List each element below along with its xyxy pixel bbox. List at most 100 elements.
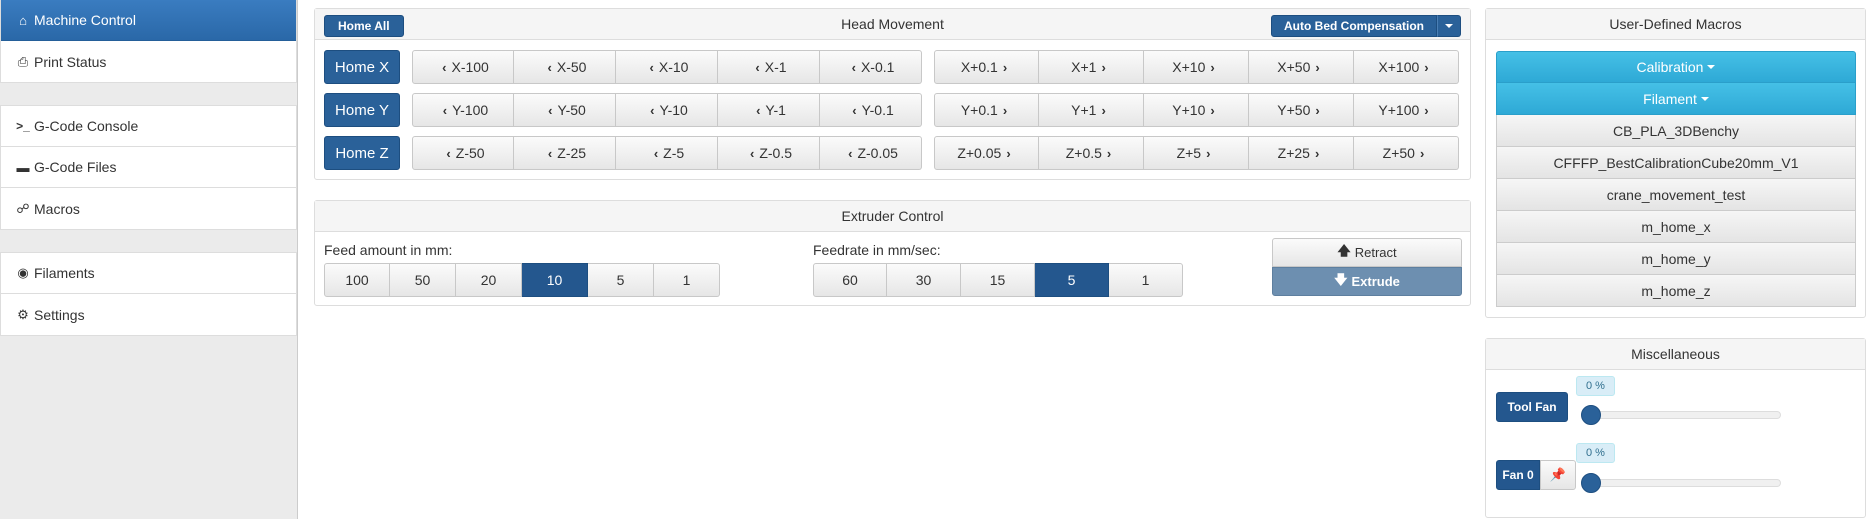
jog-negative-button[interactable]: ‹ X-50 <box>514 50 616 84</box>
chevron-left-icon: ‹ <box>749 145 755 161</box>
jog-positive-button[interactable]: Y+50 › <box>1249 93 1354 127</box>
macro-folder-filament[interactable]: Filament <box>1496 83 1856 115</box>
extrude-button[interactable]: 🡇 Extrude <box>1272 267 1462 296</box>
jog-negative-button[interactable]: ‹ X-1 <box>718 50 820 84</box>
macro-item[interactable]: crane_movement_test <box>1496 179 1856 211</box>
sidebar-item-print-status[interactable]: ⎙ Print Status <box>1 41 296 82</box>
sidebar-item-gcode-files[interactable]: ▬ G-Code Files <box>1 147 296 188</box>
jog-label: Y-10 <box>659 102 688 118</box>
fan0-slider-handle[interactable] <box>1581 473 1601 493</box>
positive-jog-group: Y+0.1 › Y+1 › Y+10 › Y+50 › Y+100 › <box>934 93 1459 127</box>
jog-label: Z+50 <box>1382 145 1415 161</box>
macro-item[interactable]: m_home_x <box>1496 211 1856 243</box>
jog-negative-button[interactable]: ‹ Z-0.05 <box>820 136 922 170</box>
jog-positive-button[interactable]: Z+50 › <box>1354 136 1459 170</box>
home-axis-button[interactable]: Home Y <box>324 93 400 127</box>
sidebar-item-gcode-console[interactable]: >_ G-Code Console <box>1 106 296 147</box>
feedrate-option[interactable]: 5 <box>1035 263 1109 297</box>
jog-positive-button[interactable]: Y+100 › <box>1354 93 1459 127</box>
feedrate-option[interactable]: 1 <box>1109 263 1183 297</box>
chevron-right-icon: › <box>1101 102 1106 118</box>
fan0-pin-button[interactable]: 📌 <box>1540 460 1576 490</box>
jog-negative-button[interactable]: ‹ X-10 <box>616 50 718 84</box>
extruder-control-title: Extruder Control <box>841 208 944 224</box>
feed-amount-option[interactable]: 20 <box>456 263 522 297</box>
chevron-right-icon: › <box>1002 59 1008 75</box>
nav-group-control: ⌂ Machine Control ⎙ Print Status <box>0 0 297 83</box>
jog-negative-button[interactable]: ‹ Y-50 <box>514 93 616 127</box>
chevron-right-icon: › <box>1006 145 1011 161</box>
jog-positive-button[interactable]: Y+0.1 › <box>934 93 1039 127</box>
jog-positive-button[interactable]: X+1 › <box>1039 50 1144 84</box>
feed-amount-option[interactable]: 10 <box>522 263 588 297</box>
chevron-left-icon: ‹ <box>755 59 760 75</box>
auto-bed-compensation-group: Auto Bed Compensation <box>1271 15 1461 37</box>
sidebar-item-macros[interactable]: ☍ Macros <box>1 188 296 229</box>
jog-positive-button[interactable]: Z+0.5 › <box>1039 136 1144 170</box>
jog-label: X+100 <box>1378 59 1420 75</box>
jog-label: X+1 <box>1071 59 1097 75</box>
jog-negative-button[interactable]: ‹ Z-25 <box>514 136 616 170</box>
jog-positive-button[interactable]: Y+10 › <box>1144 93 1249 127</box>
macro-folder-label: Calibration <box>1636 59 1704 75</box>
retract-button[interactable]: 🡅 Retract <box>1272 238 1462 267</box>
sidebar-item-filaments[interactable]: ◉ Filaments <box>1 253 296 294</box>
sidebar-item-settings[interactable]: ⚙ Settings <box>1 294 296 335</box>
jog-positive-button[interactable]: Z+0.05 › <box>934 136 1039 170</box>
sidebar-item-machine-control[interactable]: ⌂ Machine Control <box>1 0 296 41</box>
feed-amount-option[interactable]: 100 <box>324 263 390 297</box>
globe-icon: ◉ <box>17 265 29 280</box>
tool-fan-slider-handle[interactable] <box>1581 405 1601 425</box>
jog-positive-button[interactable]: Z+5 › <box>1144 136 1249 170</box>
tool-fan-slider-track[interactable] <box>1591 411 1781 419</box>
auto-bed-compensation-button[interactable]: Auto Bed Compensation <box>1271 15 1437 37</box>
jog-positive-button[interactable]: X+0.1 › <box>934 50 1039 84</box>
jog-negative-button[interactable]: ‹ Y-100 <box>412 93 514 127</box>
jog-negative-button[interactable]: ‹ X-0.1 <box>820 50 922 84</box>
auto-bed-dropdown-toggle[interactable] <box>1437 15 1461 37</box>
chevron-right-icon: › <box>1206 145 1211 161</box>
chevron-right-icon: › <box>1106 145 1112 161</box>
jog-label: Y+50 <box>1277 102 1311 118</box>
negative-jog-group: ‹ Y-100 ‹ Y-50 ‹ Y-10 ‹ Y-1 ‹ Y-0.1 <box>412 93 922 127</box>
feed-amount-option[interactable]: 50 <box>390 263 456 297</box>
jog-negative-button[interactable]: ‹ Z-50 <box>412 136 514 170</box>
jog-negative-button[interactable]: ‹ Y-0.1 <box>820 93 922 127</box>
jog-label: Z+0.05 <box>957 145 1002 161</box>
chevron-left-icon: ‹ <box>547 145 553 161</box>
jog-positive-button[interactable]: X+10 › <box>1144 50 1249 84</box>
feedrate-option[interactable]: 15 <box>961 263 1035 297</box>
jog-label: Z-0.5 <box>759 145 793 161</box>
jog-label: X-0.1 <box>860 59 895 75</box>
jog-negative-button[interactable]: ‹ Y-10 <box>616 93 718 127</box>
tool-fan-button[interactable]: Tool Fan <box>1496 392 1568 422</box>
jog-positive-button[interactable]: X+100 › <box>1354 50 1459 84</box>
jog-positive-button[interactable]: Y+1 › <box>1039 93 1144 127</box>
feed-amount-option[interactable]: 5 <box>588 263 654 297</box>
fan0-button[interactable]: Fan 0 <box>1496 460 1540 490</box>
home-all-button[interactable]: Home All <box>324 15 404 37</box>
home-axis-button[interactable]: Home X <box>324 50 400 84</box>
jog-negative-button[interactable]: ‹ Y-1 <box>718 93 820 127</box>
jog-negative-button[interactable]: ‹ Z-0.5 <box>718 136 820 170</box>
macro-item[interactable]: m_home_z <box>1496 275 1856 307</box>
arrow-down-icon: 🡇 <box>1334 271 1348 287</box>
feedrate-option[interactable]: 30 <box>887 263 961 297</box>
feedrate-option[interactable]: 60 <box>813 263 887 297</box>
sidebar-item-label: G-Code Console <box>34 118 139 134</box>
macro-item[interactable]: m_home_y <box>1496 243 1856 275</box>
positive-jog-group: Z+0.05 › Z+0.5 › Z+5 › Z+25 › Z+50 › <box>934 136 1459 170</box>
feed-amount-option[interactable]: 1 <box>654 263 720 297</box>
chevron-left-icon: ‹ <box>547 59 552 75</box>
negative-jog-group: ‹ X-100 ‹ X-50 ‹ X-10 ‹ X-1 ‹ X-0.1 <box>412 50 922 84</box>
macro-folder-calibration[interactable]: Calibration <box>1496 51 1856 83</box>
jog-positive-button[interactable]: Z+25 › <box>1249 136 1354 170</box>
jog-positive-button[interactable]: X+50 › <box>1249 50 1354 84</box>
jog-negative-button[interactable]: ‹ Z-5 <box>616 136 718 170</box>
user-macros-title: User-Defined Macros <box>1609 16 1742 32</box>
jog-negative-button[interactable]: ‹ X-100 <box>412 50 514 84</box>
home-axis-button[interactable]: Home Z <box>324 136 400 170</box>
macro-item[interactable]: CB_PLA_3DBenchy <box>1496 115 1856 147</box>
macro-item[interactable]: CFFFP_BestCalibrationCube20mm_V1 <box>1496 147 1856 179</box>
fan0-slider-track[interactable] <box>1591 479 1781 487</box>
